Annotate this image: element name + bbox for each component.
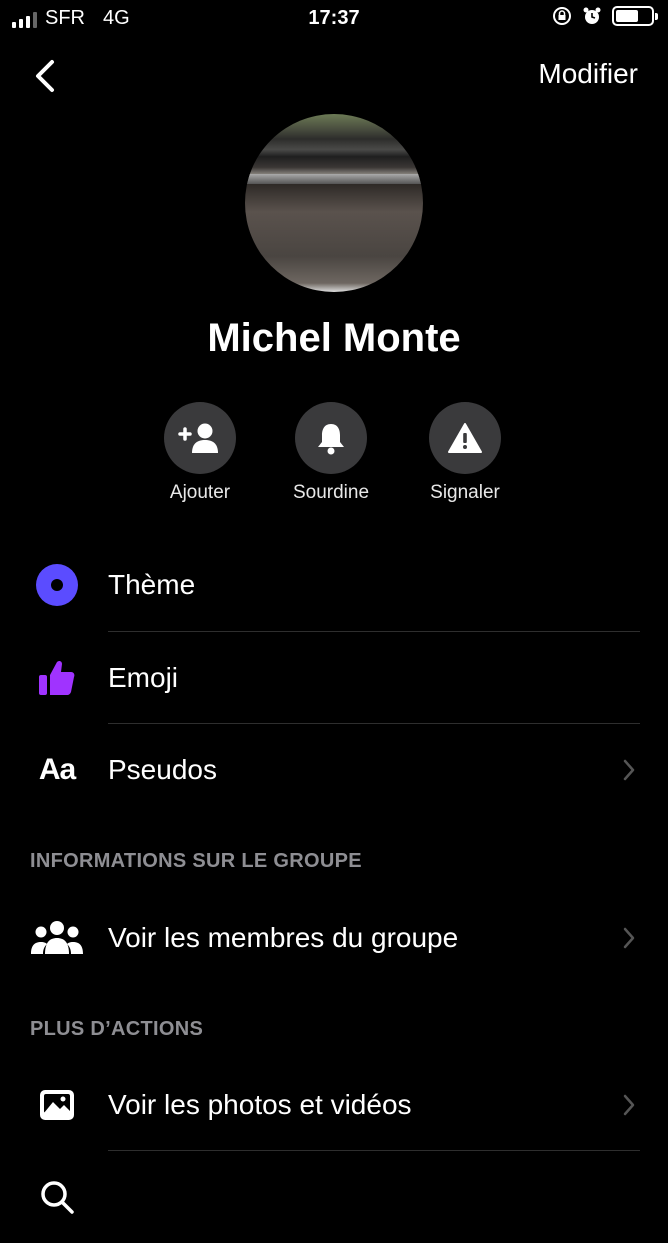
report-button[interactable]: Signaler: [400, 402, 530, 504]
text-format-icon: Aa: [30, 743, 84, 797]
mute-label: Sourdine: [292, 482, 370, 503]
profile-name: Michel Monte: [207, 316, 461, 360]
status-bar: SFR 4G 17:37: [0, 0, 668, 38]
avatar[interactable]: [245, 114, 423, 292]
status-right: [552, 6, 658, 26]
thumbs-up-icon: [30, 651, 84, 705]
search-icon: [30, 1170, 84, 1224]
bell-icon: [318, 424, 344, 455]
back-button[interactable]: [30, 56, 60, 96]
theme-label: Thème: [108, 569, 196, 600]
add-person-icon-circle: [164, 402, 236, 474]
nicknames-row[interactable]: Aa Pseudos: [0, 724, 668, 816]
emoji-label: Emoji: [108, 662, 179, 693]
edit-button[interactable]: Modifier: [538, 58, 638, 90]
add-person-icon: [178, 423, 218, 453]
rotation-lock-icon: [553, 7, 571, 25]
people-icon: [30, 911, 84, 965]
group-members-row[interactable]: Voir les membres du groupe: [0, 892, 668, 984]
report-icon-circle: [429, 402, 501, 474]
nicknames-icon-text: Aa: [38, 753, 76, 786]
alarm-icon: [583, 7, 601, 24]
chevron-right-icon: [623, 927, 635, 949]
photos-videos-label: Voir les photos et vidéos: [108, 1089, 412, 1120]
group-info-header: INFORMATIONS SUR LE GROUPE: [30, 850, 362, 872]
emoji-row[interactable]: Emoji: [0, 632, 668, 724]
group-members-label: Voir les membres du groupe: [108, 922, 459, 953]
add-person-label: Ajouter: [169, 482, 231, 503]
chevron-right-icon: [623, 1094, 635, 1116]
chevron-right-icon: [623, 759, 635, 781]
warning-icon: [448, 423, 482, 453]
photos-videos-row[interactable]: Voir les photos et vidéos: [0, 1059, 668, 1151]
mute-button[interactable]: Sourdine: [266, 402, 396, 504]
more-actions-header: PLUS D’ACTIONS: [30, 1018, 204, 1040]
image-icon: [30, 1078, 84, 1132]
theme-row[interactable]: Thème: [0, 539, 668, 631]
add-person-button[interactable]: Ajouter: [135, 402, 265, 504]
theme-icon: [30, 558, 84, 612]
mute-icon-circle: [295, 402, 367, 474]
battery-icon: [612, 6, 658, 26]
nicknames-label: Pseudos: [108, 754, 217, 785]
search-row[interactable]: [0, 1151, 668, 1243]
report-label: Signaler: [430, 482, 500, 503]
